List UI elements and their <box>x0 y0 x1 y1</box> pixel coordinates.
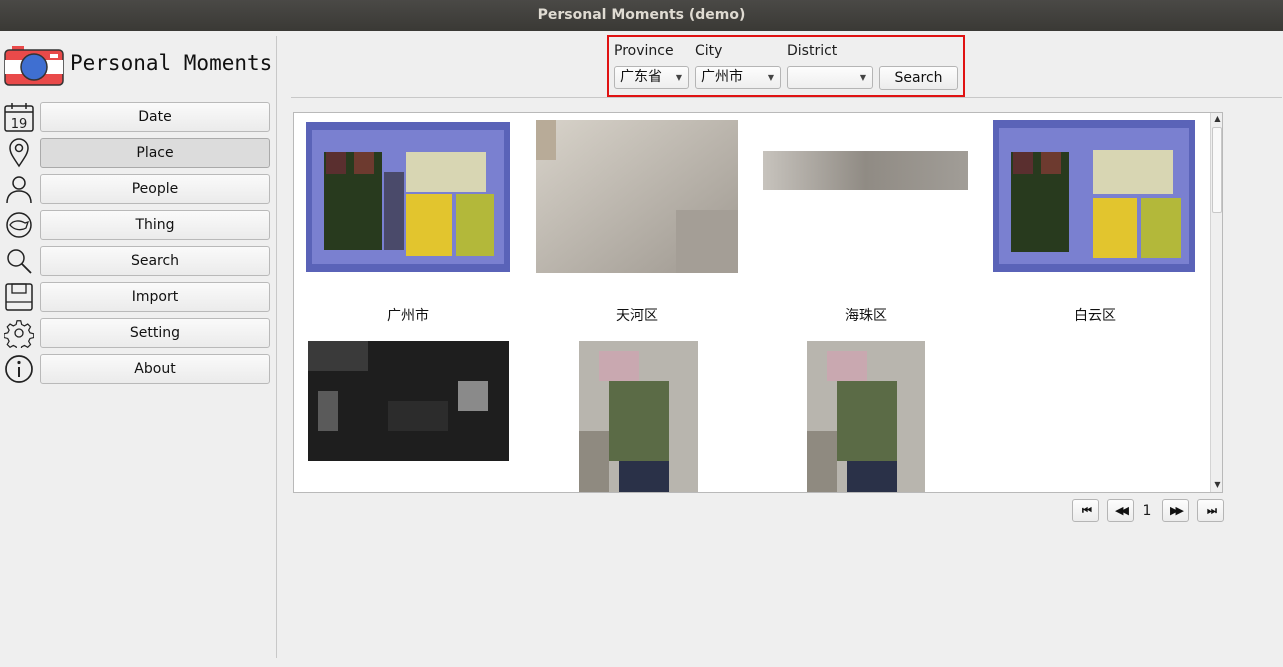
rewind-icon: ◀◀ <box>1115 504 1129 517</box>
thumbnail-tianhe[interactable] <box>536 120 738 273</box>
floppy-disk-icon <box>5 283 33 311</box>
chevron-down-icon: ▼ <box>859 73 866 82</box>
last-page-button[interactable]: ⏭ <box>1197 499 1224 522</box>
nav-date[interactable]: 19 Date <box>0 102 277 132</box>
group-label-haizhu: 海珠区 <box>845 308 887 324</box>
sidebar-divider <box>276 36 277 658</box>
thing-icon <box>6 212 32 238</box>
nav-thing[interactable]: Thing <box>0 210 277 240</box>
photo-gallery: 广州市 天河区 海珠区 白云区 ▲ ▼ <box>293 112 1223 493</box>
window-title: Personal Moments (demo) <box>0 0 1283 31</box>
scroll-up-icon[interactable]: ▲ <box>1211 113 1222 125</box>
first-page-button[interactable]: ⏮ <box>1072 499 1099 522</box>
nav-date-button[interactable]: Date <box>40 102 270 132</box>
info-icon <box>5 355 33 383</box>
magnifier-icon <box>7 249 32 274</box>
city-select[interactable]: 广州市 ▼ <box>695 66 781 89</box>
chevron-down-icon: ▼ <box>767 73 774 82</box>
sidebar: Personal Moments 19 Date Place People Th… <box>0 31 277 667</box>
nav-search-button[interactable]: Search <box>40 246 270 276</box>
header-divider <box>291 97 1282 98</box>
province-value: 广东省 <box>620 69 662 85</box>
nav-thing-button[interactable]: Thing <box>40 210 270 240</box>
city-label: City <box>695 43 723 59</box>
thumbnail-guangzhou[interactable] <box>306 122 510 272</box>
thumbnail-photo-5[interactable] <box>308 341 509 461</box>
calendar-day: 19 <box>11 117 28 132</box>
scroll-down-icon[interactable]: ▼ <box>1211 479 1222 491</box>
page-number: 1 <box>1142 503 1152 519</box>
scrollbar-thumb[interactable] <box>1212 127 1222 213</box>
camera-logo-icon <box>4 46 64 86</box>
nav-about[interactable]: About <box>0 354 277 384</box>
province-label: Province <box>614 43 674 59</box>
nav-import-button[interactable]: Import <box>40 282 270 312</box>
location-pin-icon <box>9 138 29 168</box>
nav-import[interactable]: Import <box>0 282 277 312</box>
search-button[interactable]: Search <box>879 66 958 90</box>
thumbnail-photo-7[interactable] <box>807 341 925 492</box>
group-label-baiyun: 白云区 <box>1074 308 1116 324</box>
nav-search[interactable]: Search <box>0 246 277 276</box>
district-select[interactable]: ▼ <box>787 66 873 89</box>
prev-page-button[interactable]: ◀◀ <box>1107 499 1134 522</box>
chevron-down-icon: ▼ <box>675 73 682 82</box>
nav-people-button[interactable]: People <box>40 174 270 204</box>
app-title: Personal Moments <box>70 51 273 75</box>
group-label-guangzhou: 广州市 <box>387 308 429 324</box>
skip-first-icon: ⏮ <box>1082 504 1092 517</box>
province-select[interactable]: 广东省 ▼ <box>614 66 689 89</box>
next-page-button[interactable]: ▶▶ <box>1162 499 1189 522</box>
nav-setting-button[interactable]: Setting <box>40 318 270 348</box>
thumbnail-photo-6[interactable] <box>579 341 698 492</box>
thumbnail-haizhu[interactable] <box>763 151 968 190</box>
district-label: District <box>787 43 838 59</box>
city-value: 广州市 <box>701 69 743 85</box>
group-label-tianhe: 天河区 <box>616 308 658 324</box>
fast-forward-icon: ▶▶ <box>1170 504 1184 517</box>
nav-people[interactable]: People <box>0 174 277 204</box>
person-icon <box>6 176 32 204</box>
calendar-icon: 19 <box>4 103 34 132</box>
nav-setting[interactable]: Setting <box>0 318 277 348</box>
nav-place[interactable]: Place <box>0 138 277 168</box>
skip-last-icon: ⏭ <box>1207 504 1217 517</box>
nav-place-button[interactable]: Place <box>40 138 270 168</box>
thumbnail-baiyun[interactable] <box>993 120 1195 272</box>
nav-about-button[interactable]: About <box>40 354 270 384</box>
gallery-scrollbar[interactable]: ▲ ▼ <box>1210 113 1222 492</box>
gear-icon <box>4 320 34 348</box>
